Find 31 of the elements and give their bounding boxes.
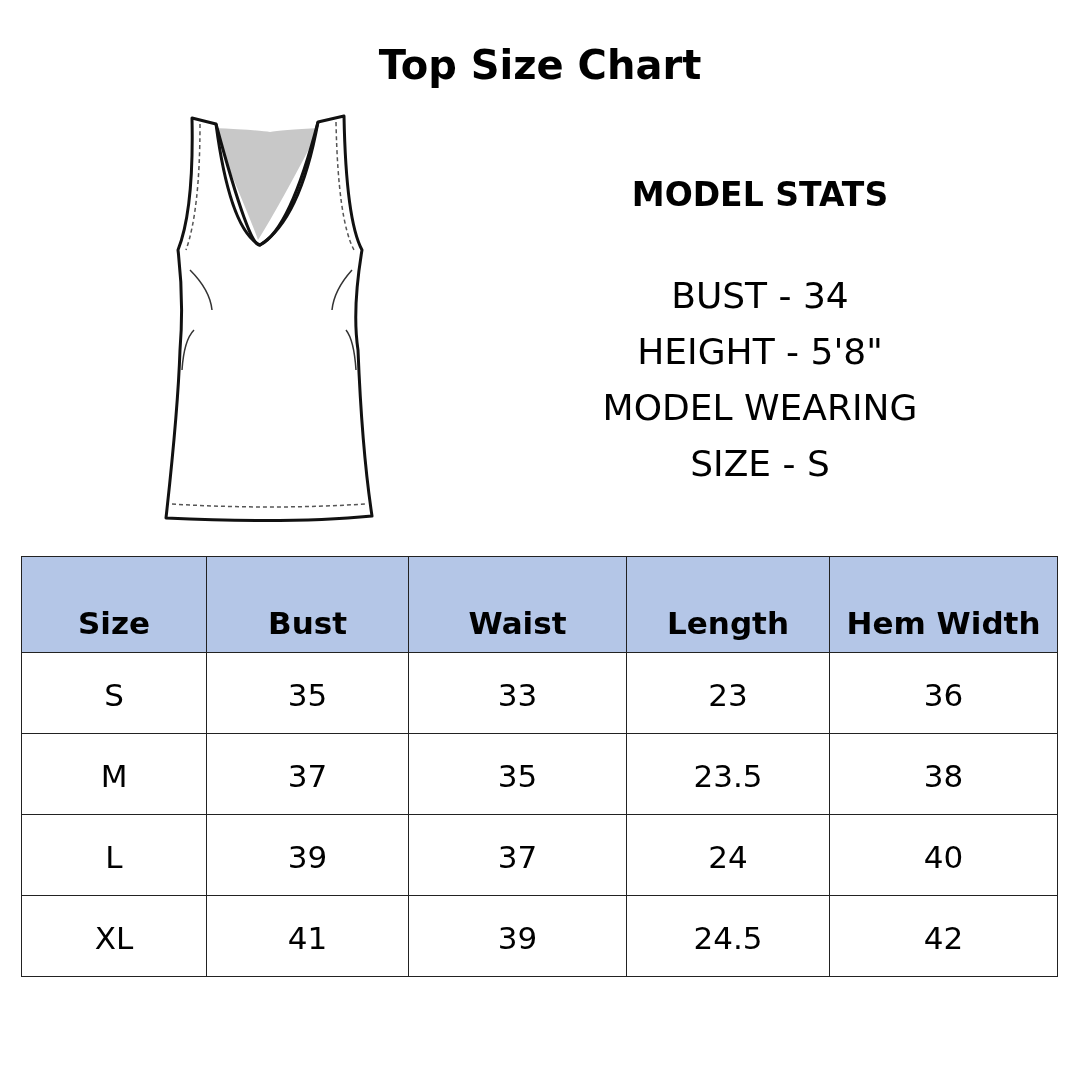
model-stat-line: HEIGHT - 5'8" [636,329,884,374]
model-stats-heading: MODEL STATS [630,174,890,216]
table-cell: 39 [408,895,627,977]
table-cell: 36 [829,652,1058,734]
table-cell: 37 [206,733,409,815]
table-cell: 38 [829,733,1058,815]
model-stat-line: BUST - 34 [670,273,850,318]
chart-title: Top Size Chart [377,41,703,90]
table-cell: 35 [408,733,627,815]
model-stat-line: SIZE - S [689,441,831,486]
column-header: Bust [206,556,409,653]
table-cell: 23.5 [626,733,830,815]
column-header: Hem Width [829,556,1058,653]
table-cell: XL [21,895,207,977]
table-cell: 42 [829,895,1058,977]
table-cell: 37 [408,814,627,896]
table-cell: M [21,733,207,815]
column-header: Size [21,556,207,653]
table-cell: 39 [206,814,409,896]
model-stat-line: MODEL WEARING [601,385,919,430]
table-cell: 24.5 [626,895,830,977]
column-header: Length [626,556,830,653]
column-header: Waist [408,556,627,653]
table-cell: S [21,652,207,734]
table-cell: 41 [206,895,409,977]
table-cell: 35 [206,652,409,734]
table-cell: 33 [408,652,627,734]
table-cell: 40 [829,814,1058,896]
table-cell: L [21,814,207,896]
table-cell: 24 [626,814,830,896]
table-cell: 23 [626,652,830,734]
